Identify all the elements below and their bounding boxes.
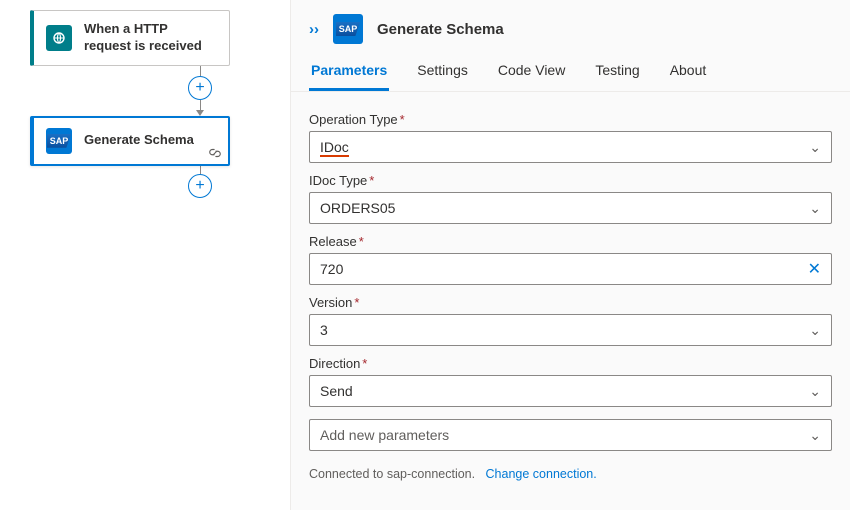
add-step-button-bottom[interactable]: + [188, 174, 212, 198]
action-node-label: Generate Schema [84, 132, 216, 149]
operation-type-select[interactable]: IDoc ⌄ [309, 131, 832, 163]
tab-settings[interactable]: Settings [415, 54, 470, 91]
workflow-canvas: When a HTTP request is received + SAP Ge… [0, 0, 290, 510]
release-value: 720 [320, 261, 343, 277]
direction-value: Send [320, 383, 353, 399]
connector: + [130, 66, 270, 116]
label-release: Release* [309, 234, 832, 249]
panel-tabs: Parameters Settings Code View Testing Ab… [291, 54, 850, 92]
http-request-icon [46, 25, 72, 51]
connection-name: sap-connection. [387, 467, 475, 481]
panel-title: Generate Schema [377, 21, 504, 38]
operation-type-value: IDoc [320, 139, 349, 157]
connection-link-icon [208, 146, 222, 160]
chevron-down-icon: ⌄ [809, 383, 821, 400]
label-version: Version* [309, 295, 832, 310]
connector-end: + [130, 166, 270, 198]
panel-header: ›› SAP Generate Schema [291, 0, 850, 54]
idoc-type-select[interactable]: ORDERS05 ⌄ [309, 192, 832, 224]
chevron-down-icon: ⌄ [809, 200, 821, 217]
change-connection-link[interactable]: Change connection. [486, 467, 597, 481]
tab-parameters[interactable]: Parameters [309, 54, 389, 91]
connection-footer: Connected to sap-connection. Change conn… [291, 459, 850, 493]
arrowhead-icon [196, 110, 204, 116]
direction-select[interactable]: Send ⌄ [309, 375, 832, 407]
action-node-generate-schema[interactable]: SAP Generate Schema [30, 116, 230, 166]
tab-testing[interactable]: Testing [593, 54, 641, 91]
trigger-node-label: When a HTTP request is received [84, 21, 217, 55]
idoc-type-value: ORDERS05 [320, 200, 395, 216]
add-new-parameters-combo[interactable]: Add new parameters ⌄ [309, 419, 832, 451]
add-step-button-top[interactable]: + [188, 76, 212, 100]
collapse-panel-button[interactable]: ›› [309, 21, 319, 38]
trigger-node-http-request[interactable]: When a HTTP request is received [30, 10, 230, 66]
sap-icon: SAP [333, 14, 363, 44]
sap-icon: SAP [46, 128, 72, 154]
add-params-placeholder: Add new parameters [320, 427, 449, 443]
label-idoc-type: IDoc Type* [309, 173, 832, 188]
tab-about[interactable]: About [668, 54, 709, 91]
chevron-down-icon: ⌄ [809, 139, 821, 156]
label-operation-type: Operation Type* [309, 112, 832, 127]
release-input[interactable]: 720 ✕ [309, 253, 832, 285]
chevron-down-icon: ⌄ [809, 427, 821, 444]
details-panel: ›› SAP Generate Schema Parameters Settin… [290, 0, 850, 510]
parameters-form: Operation Type* IDoc ⌄ IDoc Type* ORDERS… [291, 92, 850, 459]
tab-code-view[interactable]: Code View [496, 54, 567, 91]
clear-release-button[interactable]: ✕ [808, 259, 821, 279]
chevron-down-icon: ⌄ [809, 322, 821, 339]
version-value: 3 [320, 322, 328, 338]
version-select[interactable]: 3 ⌄ [309, 314, 832, 346]
label-direction: Direction* [309, 356, 832, 371]
